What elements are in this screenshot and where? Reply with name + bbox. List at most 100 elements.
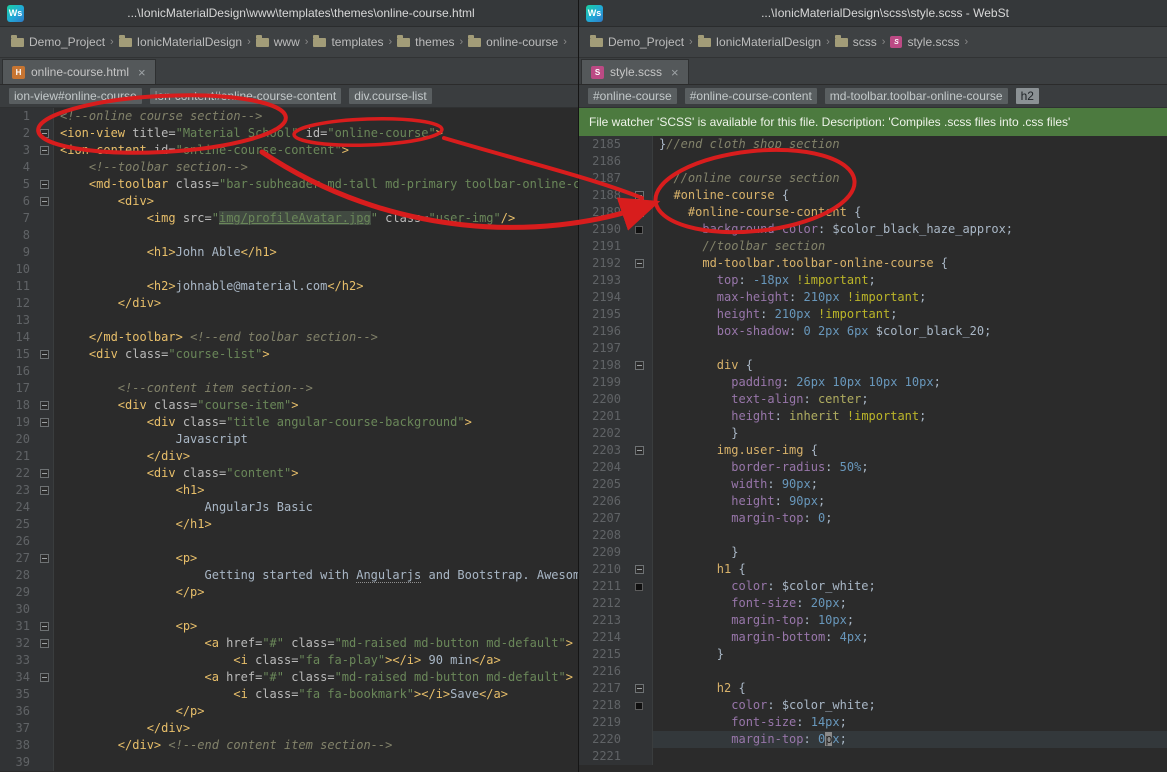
code-line: 2202 }	[579, 425, 1167, 442]
fold-marker-icon[interactable]	[635, 361, 644, 370]
token-tag: >	[291, 398, 298, 412]
gutter	[626, 697, 653, 714]
gutter	[35, 193, 54, 210]
token-ref: img/profileAvatar.jpg	[219, 211, 371, 225]
token-num: x	[832, 732, 839, 746]
breadcrumb-item-themes[interactable]: themes	[394, 33, 457, 51]
token-com: //end cloth shop section	[666, 137, 839, 151]
fold-marker-icon[interactable]	[40, 129, 49, 138]
code-line: 2213 margin-top: 10px;	[579, 612, 1167, 629]
code-text	[54, 261, 578, 278]
token-var: $color_black_20	[876, 324, 984, 338]
token-pun: :	[804, 732, 818, 746]
fold-marker-icon[interactable]	[40, 486, 49, 495]
titlebar-right[interactable]: Ws ...\IonicMaterialDesign\scss\style.sc…	[579, 0, 1167, 27]
fold-marker-icon[interactable]	[40, 639, 49, 648]
folder-icon	[11, 38, 24, 47]
fold-marker-icon[interactable]	[40, 673, 49, 682]
fold-marker-icon[interactable]	[635, 208, 644, 217]
structure-crumb[interactable]: #online-course	[588, 88, 677, 104]
breadcrumb-item-ionicmaterialdesign[interactable]: IonicMaterialDesign	[116, 33, 245, 51]
code-text: md-toolbar.toolbar-online-course {	[653, 255, 1167, 272]
code-editor-scss[interactable]: 2185}//end cloth shop section21862187 //…	[579, 136, 1167, 772]
token-str: "course-item"	[197, 398, 291, 412]
structure-crumb[interactable]: ion-view#online-course	[9, 88, 142, 104]
structure-crumb[interactable]: md-toolbar.toolbar-online-course	[825, 88, 1008, 104]
webstorm-logo-icon: Ws	[586, 5, 603, 22]
breadcrumb-item-style.scss[interactable]: Sstyle.scss	[887, 33, 962, 51]
breadcrumb-item-online-course[interactable]: online-course	[465, 33, 561, 51]
code-line: 37 </div>	[0, 720, 578, 737]
fold-marker-icon[interactable]	[40, 469, 49, 478]
line-number: 2198	[579, 357, 626, 374]
tab-online-course-html[interactable]: H online-course.html ×	[2, 59, 156, 84]
token-num: 210px	[775, 307, 811, 321]
token-tag: <h1>	[176, 483, 205, 497]
breadcrumb-item-scss[interactable]: scss	[832, 33, 880, 51]
color-swatch-icon[interactable]	[635, 583, 643, 591]
token-tag: <h2>	[147, 279, 176, 293]
token-attr: class=	[118, 347, 169, 361]
fold-marker-icon[interactable]	[40, 350, 49, 359]
fold-marker-icon[interactable]	[40, 401, 49, 410]
fold-marker-icon[interactable]	[635, 684, 644, 693]
line-number: 7	[0, 210, 35, 227]
token-pun: ;	[861, 630, 868, 644]
token-tag: </md-toolbar>	[89, 330, 183, 344]
tab-style-scss[interactable]: S style.scss ×	[581, 59, 689, 84]
gutter	[626, 221, 653, 238]
code-text: </div>	[54, 720, 578, 737]
structure-crumb[interactable]: ion-content#online-course-content	[150, 88, 341, 104]
breadcrumb-item-demo_project[interactable]: Demo_Project	[8, 33, 108, 51]
fold-marker-icon[interactable]	[40, 554, 49, 563]
code-line: 2218 color: $color_white;	[579, 697, 1167, 714]
token-pun: }	[717, 647, 724, 661]
close-icon[interactable]: ×	[671, 66, 679, 79]
breadcrumb-item-ionicmaterialdesign[interactable]: IonicMaterialDesign	[695, 33, 824, 51]
fold-marker-icon[interactable]	[40, 622, 49, 631]
line-number: 25	[0, 516, 35, 533]
fold-marker-icon[interactable]	[635, 446, 644, 455]
code-line: 11 <h2>johnable@material.com</h2>	[0, 278, 578, 295]
breadcrumb-bar-right: Demo_Project›IonicMaterialDesign›scss›Ss…	[579, 27, 1167, 58]
color-swatch-icon[interactable]	[635, 702, 643, 710]
folder-icon	[313, 38, 326, 47]
fold-marker-icon[interactable]	[40, 146, 49, 155]
line-number: 3	[0, 142, 35, 159]
fold-marker-icon[interactable]	[635, 259, 644, 268]
token-pun: {	[731, 681, 745, 695]
code-line: 2197	[579, 340, 1167, 357]
gutter	[35, 448, 54, 465]
code-line: 2186	[579, 153, 1167, 170]
breadcrumb-item-templates[interactable]: templates	[310, 33, 386, 51]
breadcrumb-item-demo_project[interactable]: Demo_Project	[587, 33, 687, 51]
line-number: 2210	[579, 561, 626, 578]
token-com: <!--end toolbar section-->	[190, 330, 378, 344]
structure-crumb[interactable]: div.course-list	[349, 88, 431, 104]
fold-marker-icon[interactable]	[40, 418, 49, 427]
fold-marker-icon[interactable]	[635, 565, 644, 574]
structure-crumb[interactable]: h2	[1016, 88, 1039, 104]
structure-crumb[interactable]: #online-course-content	[685, 88, 817, 104]
token-pun: ;	[840, 596, 847, 610]
code-line: 4 <!--toolbar section-->	[0, 159, 578, 176]
line-number: 2204	[579, 459, 626, 476]
code-line: 2203 img.user-img {	[579, 442, 1167, 459]
breadcrumb-item-www[interactable]: www	[253, 33, 303, 51]
code-text: height: inherit !important;	[653, 408, 1167, 425]
line-number: 34	[0, 669, 35, 686]
code-editor-html[interactable]: 1<!--online course section-->2<ion-view …	[0, 108, 578, 772]
fold-marker-icon[interactable]	[40, 197, 49, 206]
titlebar-left[interactable]: Ws ...\IonicMaterialDesign\www\templates…	[0, 0, 578, 27]
code-line: 2204 border-radius: 50%;	[579, 459, 1167, 476]
color-swatch-icon[interactable]	[635, 226, 643, 234]
gutter	[626, 306, 653, 323]
code-line: 29 </p>	[0, 584, 578, 601]
chevron-right-icon: ›	[388, 36, 392, 48]
gutter	[626, 646, 653, 663]
close-icon[interactable]: ×	[138, 66, 146, 79]
code-line: 38 </div> <!--end content item section--…	[0, 737, 578, 754]
fold-marker-icon[interactable]	[635, 191, 644, 200]
fold-marker-icon[interactable]	[40, 180, 49, 189]
code-text: <!--content item section-->	[54, 380, 578, 397]
